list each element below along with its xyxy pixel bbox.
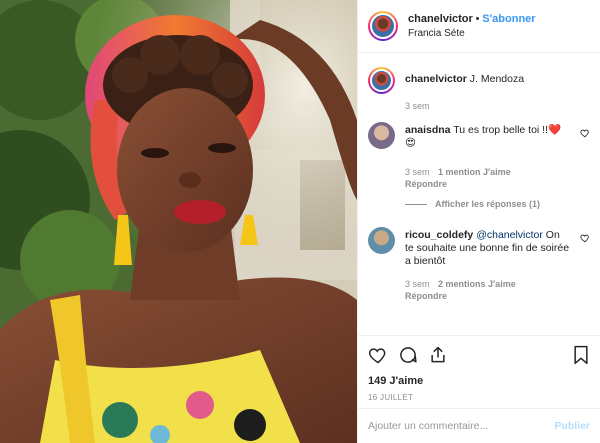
instagram-post: chanelvictor • S'abonner Francia Séte ch… <box>0 0 600 443</box>
comment-likes[interactable]: 1 mention J'aime <box>438 167 511 177</box>
share-icon[interactable] <box>428 345 448 365</box>
comments-section: chanelvictor J. Mendoza 3 sem anaisdna T… <box>358 53 600 335</box>
author-avatar[interactable] <box>368 11 398 41</box>
follow-button[interactable]: S'abonner <box>482 13 535 25</box>
heart-icon[interactable] <box>580 233 590 243</box>
comment-item: ricou_coldefy @chanelvictor On te souhai… <box>368 227 590 303</box>
caption: chanelvictor J. Mendoza 3 sem <box>368 67 590 112</box>
post-location[interactable]: Francia Séte <box>408 27 536 41</box>
post-actions: 149 J'aime 16 JUILLET <box>358 335 600 408</box>
reply-button[interactable]: Répondre <box>405 290 570 303</box>
commenter-avatar[interactable] <box>368 227 395 254</box>
caption-username[interactable]: chanelvictor <box>405 73 467 85</box>
comment-item: anaisdna Tu es trop belle toi !!❤️😍 3 se… <box>368 122 590 191</box>
portrait-image <box>0 0 357 443</box>
comment-input[interactable] <box>368 420 555 432</box>
comment-mention[interactable]: @chanelvictor <box>476 229 543 241</box>
separator-dot: • <box>475 12 480 25</box>
commenter-avatar[interactable] <box>368 122 395 149</box>
likes-count[interactable]: 149 J'aime <box>368 375 590 387</box>
caption-text: J. Mendoza <box>469 73 525 85</box>
add-comment-bar: Publier <box>358 408 600 443</box>
view-replies-button[interactable]: Afficher les réponses (1) <box>405 199 590 209</box>
post-sidebar: chanelvictor • S'abonner Francia Séte ch… <box>357 0 600 443</box>
comment-icon[interactable] <box>398 345 418 365</box>
reply-button[interactable]: Répondre <box>405 178 570 191</box>
heart-icon[interactable] <box>580 128 590 138</box>
post-photo[interactable] <box>0 0 357 443</box>
comment-time[interactable]: 3 sem <box>405 167 430 177</box>
view-replies-label: Afficher les réponses (1) <box>435 199 541 209</box>
comment-time[interactable]: 3 sem <box>405 279 430 289</box>
comment-username[interactable]: ricou_coldefy <box>405 229 473 241</box>
comment-likes[interactable]: 2 mentions J'aime <box>438 279 516 289</box>
post-date: 16 JUILLET <box>368 393 414 402</box>
comment-username[interactable]: anaisdna <box>405 124 451 136</box>
caption-avatar[interactable] <box>368 67 395 94</box>
heart-icon[interactable] <box>368 345 388 365</box>
bookmark-icon[interactable] <box>572 345 590 365</box>
caption-time[interactable]: 3 sem <box>405 100 570 112</box>
author-username[interactable]: chanelvictor <box>408 13 473 25</box>
post-header: chanelvictor • S'abonner Francia Séte <box>358 0 600 53</box>
publish-button[interactable]: Publier <box>554 420 590 432</box>
